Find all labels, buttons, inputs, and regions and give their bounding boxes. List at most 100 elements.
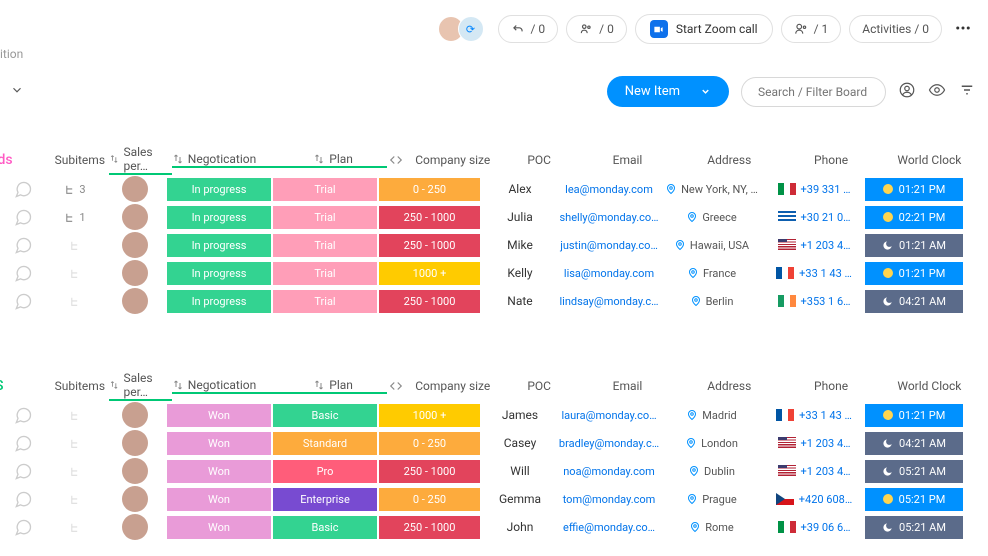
- address-cell[interactable]: New York, NY, …: [659, 183, 764, 196]
- negotiation-status[interactable]: In progress: [167, 206, 271, 229]
- address-cell[interactable]: Rome: [659, 521, 764, 534]
- email-cell[interactable]: bradley@monday.c…: [559, 437, 659, 450]
- phone-cell[interactable]: +39 331 …: [764, 183, 864, 196]
- world-clock-badge[interactable]: 01:21 PM: [865, 404, 963, 427]
- col-subitems[interactable]: Subitems: [55, 379, 110, 393]
- group-title[interactable]: ads: [0, 152, 13, 168]
- conversation-button[interactable]: [0, 179, 46, 199]
- negotiation-status[interactable]: Won: [167, 516, 271, 539]
- subitems-cell[interactable]: [46, 267, 103, 280]
- phone-cell[interactable]: +1 203 4…: [764, 465, 864, 478]
- plan-status[interactable]: Trial: [273, 206, 377, 229]
- col-negotiation[interactable]: Negotication: [172, 152, 279, 168]
- conversation-button[interactable]: [0, 405, 46, 425]
- negotiation-status[interactable]: Won: [167, 488, 271, 511]
- plan-status[interactable]: Trial: [273, 178, 377, 201]
- plan-status[interactable]: Trial: [273, 234, 377, 257]
- company-size-badge[interactable]: 1000 +: [379, 262, 480, 285]
- phone-cell[interactable]: +33 1 43 …: [764, 267, 864, 280]
- company-size-badge[interactable]: 1000 +: [379, 404, 480, 427]
- user-circle-button[interactable]: [898, 81, 916, 102]
- start-zoom-button[interactable]: Start Zoom call: [635, 14, 773, 44]
- col-sales[interactable]: Sales per…: [109, 371, 172, 401]
- conversation-button[interactable]: [0, 263, 46, 283]
- phone-cell[interactable]: +39 06 6…: [764, 521, 864, 534]
- subitems-cell[interactable]: [46, 493, 103, 506]
- search-input[interactable]: [741, 77, 886, 107]
- table-row[interactable]: WonStandard0 - 250Caseybradley@monday.c……: [0, 429, 978, 457]
- conversation-button[interactable]: [0, 235, 46, 255]
- table-row[interactable]: 3In progressTrial0 - 250Alexlea@monday.c…: [0, 175, 978, 203]
- plan-status[interactable]: Trial: [273, 262, 377, 285]
- plan-status[interactable]: Basic: [273, 404, 377, 427]
- company-size-badge[interactable]: 250 - 1000: [379, 460, 480, 483]
- salesperson-cell[interactable]: [103, 204, 166, 230]
- col-poc[interactable]: POC: [500, 379, 577, 393]
- col-poc[interactable]: POC: [500, 153, 577, 167]
- table-row[interactable]: In progressTrial1000 +Kellylisa@monday.c…: [0, 259, 978, 287]
- collaborators-avatars[interactable]: ⟳: [444, 16, 484, 42]
- conversation-button[interactable]: [0, 517, 46, 537]
- poc-cell[interactable]: Nate: [481, 294, 559, 308]
- collapse-chevron[interactable]: [10, 83, 24, 100]
- negotiation-status[interactable]: Won: [167, 460, 271, 483]
- phone-cell[interactable]: +420 608…: [764, 493, 864, 506]
- poc-cell[interactable]: Kelly: [481, 266, 559, 280]
- table-row[interactable]: In progressTrial250 - 1000Natelindsay@mo…: [0, 287, 978, 315]
- salesperson-cell[interactable]: [103, 514, 166, 540]
- col-address[interactable]: Address: [677, 153, 781, 167]
- email-cell[interactable]: tom@monday.com: [559, 493, 659, 506]
- poc-cell[interactable]: John: [481, 520, 559, 534]
- table-row[interactable]: 1In progressTrial250 - 1000Juliashelly@m…: [0, 203, 978, 231]
- subitems-cell[interactable]: 3: [46, 183, 103, 196]
- email-cell[interactable]: justin@monday.co…: [559, 239, 659, 252]
- company-size-badge[interactable]: 0 - 250: [379, 432, 480, 455]
- new-item-button[interactable]: New Item: [607, 76, 729, 107]
- plan-status[interactable]: Pro: [273, 460, 377, 483]
- people-count-pill[interactable]: / 1: [781, 15, 842, 43]
- company-size-badge[interactable]: 250 - 1000: [379, 516, 480, 539]
- email-cell[interactable]: lindsay@monday.c…: [559, 295, 659, 308]
- reply-count-pill[interactable]: / 0: [498, 15, 559, 43]
- expand-cols-button[interactable]: [387, 379, 405, 393]
- poc-cell[interactable]: Alex: [481, 182, 559, 196]
- phone-cell[interactable]: +1 203 4…: [764, 437, 864, 450]
- table-row[interactable]: In progressTrial250 - 1000Mikejustin@mon…: [0, 231, 978, 259]
- conversation-button[interactable]: [0, 489, 46, 509]
- address-cell[interactable]: France: [659, 267, 764, 280]
- world-clock-badge[interactable]: 01:21 AM: [865, 234, 963, 257]
- col-world-clock[interactable]: World Clock: [881, 153, 978, 167]
- visibility-button[interactable]: [928, 81, 946, 102]
- world-clock-badge[interactable]: 01:21 PM: [865, 262, 963, 285]
- phone-cell[interactable]: +30 21 0…: [764, 211, 864, 224]
- col-company-size[interactable]: Company size: [405, 153, 500, 167]
- col-address[interactable]: Address: [677, 379, 781, 393]
- subitems-cell[interactable]: [46, 437, 103, 450]
- world-clock-badge[interactable]: 04:21 AM: [865, 432, 963, 455]
- address-cell[interactable]: Berlin: [659, 295, 764, 308]
- poc-cell[interactable]: Gemma: [481, 492, 559, 506]
- world-clock-badge[interactable]: 05:21 PM: [865, 488, 963, 511]
- col-phone[interactable]: Phone: [781, 379, 880, 393]
- conversation-button[interactable]: [0, 207, 46, 227]
- subitems-cell[interactable]: [46, 239, 103, 252]
- col-phone[interactable]: Phone: [781, 153, 880, 167]
- col-plan[interactable]: Plan: [279, 378, 387, 394]
- table-row[interactable]: WonEnterprise0 - 250Gemmatom@monday.comP…: [0, 485, 978, 513]
- salesperson-cell[interactable]: [103, 458, 166, 484]
- table-row[interactable]: WonPro250 - 1000Willnoa@monday.comDublin…: [0, 457, 978, 485]
- plan-status[interactable]: Standard: [273, 432, 377, 455]
- expand-cols-button[interactable]: [387, 153, 405, 167]
- subitems-cell[interactable]: [46, 409, 103, 422]
- poc-cell[interactable]: James: [481, 408, 559, 422]
- col-sales[interactable]: Sales per…: [109, 145, 172, 175]
- address-cell[interactable]: Prague: [659, 493, 764, 506]
- filter-button[interactable]: [958, 81, 976, 102]
- email-cell[interactable]: noa@monday.com: [559, 465, 659, 478]
- salesperson-cell[interactable]: [103, 232, 166, 258]
- salesperson-cell[interactable]: [103, 176, 166, 202]
- col-negotiation[interactable]: Negotication: [172, 378, 279, 394]
- col-subitems[interactable]: Subitems: [55, 153, 110, 167]
- address-cell[interactable]: Hawaii, USA: [659, 239, 764, 252]
- email-cell[interactable]: shelly@monday.co…: [559, 211, 659, 224]
